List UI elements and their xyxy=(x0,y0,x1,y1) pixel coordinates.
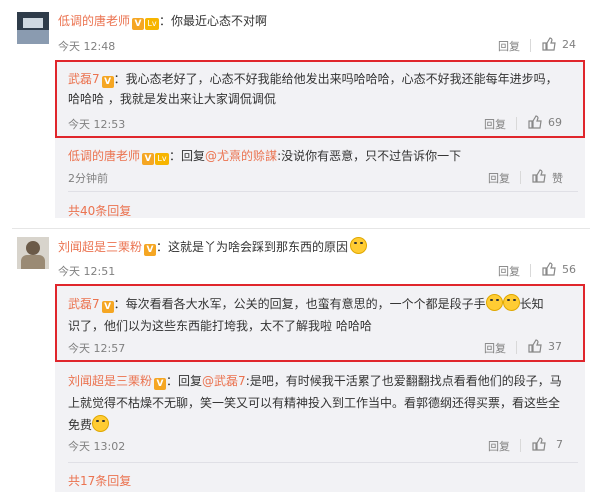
reply-time: 今天 12:57 xyxy=(68,342,126,355)
reply-3-text: 武磊7 V ：每次看看各大水军，公关的回复，也蛮有意思的，一个个都是段子手 长知 识了… xyxy=(68,293,573,337)
comment-2-header: 刘闻超是三栗粉 V ：这就是丫为啥会踩到那东西的原因 xyxy=(58,237,368,256)
like-button[interactable] xyxy=(528,339,542,353)
like-count: 7 xyxy=(556,438,563,451)
reply-time: 今天 13:02 xyxy=(68,440,126,453)
verified-v-icon: V xyxy=(101,301,114,313)
comment-1-header: 低调的唐老师 V Lv ：你最近心态不对啊 xyxy=(58,14,268,30)
comment-user-name[interactable]: 低调的唐老师 xyxy=(58,14,130,28)
reply-time: 今天 12:53 xyxy=(68,118,126,131)
reply-user-name[interactable]: 武磊7 xyxy=(68,297,100,311)
reply-button[interactable]: 回复 xyxy=(488,170,510,186)
thumbs-up-icon xyxy=(532,169,546,183)
reply-user-name[interactable]: 低调的唐老师 xyxy=(68,149,140,163)
comment-time: 今天 12:51 xyxy=(58,265,116,278)
thumbs-up-icon xyxy=(528,339,542,353)
verified-v-icon: V xyxy=(101,76,114,88)
laughing-emoji-icon xyxy=(92,415,110,432)
grin-emoji-icon xyxy=(502,294,520,311)
verified-v-icon: V xyxy=(142,153,155,165)
reply-button[interactable]: 回复 xyxy=(484,340,506,356)
comment-time: 今天 12:48 xyxy=(58,40,116,53)
reply-user-name[interactable]: 刘闻超是三栗粉 xyxy=(68,374,152,388)
like-count: 37 xyxy=(548,340,562,353)
comment-text: 你最近心态不对啊 xyxy=(171,14,268,28)
mention-link[interactable]: @武磊7 xyxy=(202,374,246,388)
like-button[interactable] xyxy=(542,37,556,51)
avatar-teacher-tang[interactable] xyxy=(17,12,49,44)
reply-4-text: 刘闻超是三栗粉 V ：回复@武磊7:是吧，有时候我干活累了也爱翻翻找点看看他们的段子… xyxy=(68,374,562,432)
thumbs-up-icon xyxy=(528,115,542,129)
more-replies-link[interactable]: 共17条回复 xyxy=(68,472,131,489)
comment-text: 这就是丫为啥会踩到那东西的原因 xyxy=(168,240,349,254)
like-count: 56 xyxy=(562,263,576,276)
like-button[interactable] xyxy=(532,169,546,183)
like-label: 赞 xyxy=(552,172,563,185)
more-replies-link[interactable]: 共40条回复 xyxy=(68,202,131,219)
reply-user-name[interactable]: 武磊7 xyxy=(68,72,100,86)
reply-time: 2分钟前 xyxy=(68,172,108,185)
avatar-liu-wenchao[interactable] xyxy=(17,237,49,269)
reply-button[interactable]: 回复 xyxy=(488,438,510,454)
reply-button[interactable]: 回复 xyxy=(484,116,506,132)
like-button[interactable] xyxy=(542,262,556,276)
reply-button[interactable]: 回复 xyxy=(498,38,520,54)
laughing-emoji-icon xyxy=(350,237,368,254)
like-button[interactable] xyxy=(532,437,546,451)
thumbs-up-icon xyxy=(542,37,556,51)
thumbs-up-icon xyxy=(532,437,546,451)
reply-1-text: 武磊7 V ：我心态老好了，心态不好我能给他发出来吗哈哈哈，心态不好我还能每年进步吗… xyxy=(68,72,558,106)
mention-link[interactable]: @尤熹的赊謀 xyxy=(205,149,277,163)
verified-v-icon: V xyxy=(154,378,167,390)
reply-2-text: 低调的唐老师 V Lv ：回复@尤熹的赊謀:没说你有恶意，只不过告诉你一下 xyxy=(68,149,462,165)
like-count: 69 xyxy=(548,116,562,129)
verified-v-icon: V xyxy=(132,18,145,30)
reply-button[interactable]: 回复 xyxy=(498,263,520,279)
like-count: 24 xyxy=(562,38,576,51)
grin-emoji-icon xyxy=(485,294,503,311)
verified-v-icon: V xyxy=(144,244,157,256)
thumbs-up-icon xyxy=(542,262,556,276)
level-badge-icon: Lv xyxy=(155,153,170,165)
like-button[interactable] xyxy=(528,115,542,129)
comment-user-name[interactable]: 刘闻超是三栗粉 xyxy=(58,240,142,254)
level-badge-icon: Lv xyxy=(145,18,160,30)
